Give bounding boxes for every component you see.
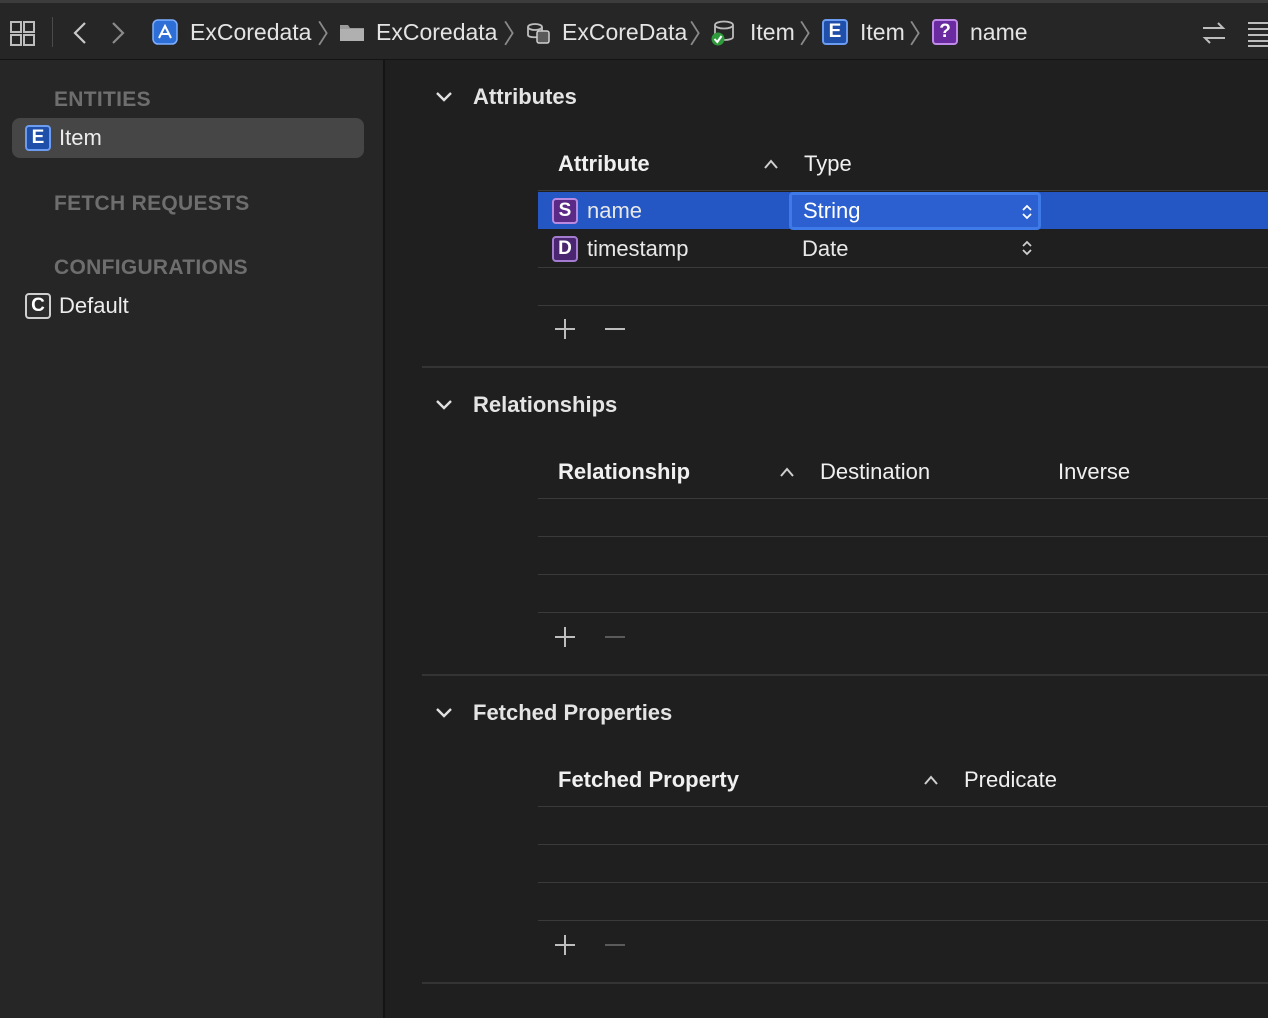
fetch-requests-header: FETCH REQUESTS: [54, 192, 250, 215]
configuration-icon: C: [25, 293, 51, 319]
breadcrumb-attribute[interactable]: ? name: [932, 3, 1028, 61]
breadcrumb-label: ExCoredata: [190, 18, 312, 45]
breadcrumb-model-version[interactable]: Item: [710, 3, 795, 61]
fetched-properties-section-header[interactable]: Fetched Properties: [435, 700, 672, 726]
popup-updown-chevron-icon[interactable]: [1020, 239, 1034, 257]
section-title: Attributes: [473, 84, 577, 109]
breadcrumb-label: ExCoreData: [562, 18, 688, 45]
row-separator: [538, 920, 1268, 921]
attribute-row-timestamp[interactable]: D timestamp Date: [538, 230, 1268, 267]
breadcrumb-label: Item: [750, 18, 795, 45]
add-attribute-plus-icon[interactable]: [553, 317, 577, 341]
column-header-predicate[interactable]: Predicate: [964, 767, 1057, 793]
column-header-relationship[interactable]: Relationship: [558, 459, 690, 485]
column-header-destination[interactable]: Destination: [820, 459, 930, 485]
sort-ascending-icon[interactable]: [923, 774, 939, 786]
row-separator: [538, 190, 1268, 191]
row-separator: [538, 305, 1268, 306]
section-divider: [422, 366, 1268, 368]
sidebar-item-label: Default: [59, 293, 129, 318]
data-model-icon: [527, 23, 550, 44]
attribute-type-popup[interactable]: Date: [802, 230, 848, 267]
jump-bar: ExCoredata 〉 ExCoredata 〉 ExCoreData 〉 I…: [0, 0, 1268, 60]
attribute-type-value: String: [803, 198, 861, 223]
breadcrumb-data-model[interactable]: ExCoreData: [525, 3, 687, 61]
row-separator: [538, 844, 1268, 845]
sidebar-item-entity-item[interactable]: E Item: [12, 118, 364, 158]
entity-sidebar: ENTITIES E Item FETCH REQUESTS CONFIGURA…: [0, 60, 385, 1018]
section-title: Relationships: [473, 392, 618, 417]
related-items-icon[interactable]: [9, 19, 37, 47]
sort-ascending-icon[interactable]: [779, 466, 795, 478]
sidebar-item-label: Item: [59, 125, 102, 150]
disclosure-chevron-down-icon[interactable]: [435, 396, 453, 414]
entity-editor: Attributes Attribute Type S name String …: [387, 60, 1268, 1018]
attributes-section-header[interactable]: Attributes: [435, 84, 577, 110]
remove-relationship-minus-icon: [605, 636, 625, 638]
entity-icon: E: [822, 19, 848, 45]
column-header-attribute[interactable]: Attribute: [558, 151, 650, 177]
date-attribute-icon: D: [552, 235, 578, 262]
forward-chevron-icon[interactable]: [108, 20, 128, 46]
row-separator: [538, 498, 1268, 499]
sidebar-item-configuration-default[interactable]: C Default: [12, 286, 364, 326]
attribute-unknown-icon: ?: [932, 19, 958, 45]
column-header-fetched-property[interactable]: Fetched Property: [558, 767, 739, 793]
attribute-name-cell[interactable]: S name: [552, 192, 642, 229]
remove-fetched-property-minus-icon: [605, 944, 625, 946]
section-divider: [422, 982, 1268, 984]
folder-icon: [340, 25, 364, 41]
column-header-type[interactable]: Type: [804, 151, 852, 177]
breadcrumb-folder[interactable]: ExCoredata: [339, 3, 497, 61]
attribute-name: timestamp: [587, 235, 689, 261]
add-relationship-plus-icon[interactable]: [553, 625, 577, 649]
entities-header: ENTITIES: [54, 88, 151, 111]
sort-ascending-icon[interactable]: [763, 158, 779, 170]
app-project-icon: [152, 19, 178, 45]
attribute-type-value: Date: [802, 235, 849, 261]
breadcrumb-entity[interactable]: E Item: [822, 3, 905, 61]
relationships-section-header[interactable]: Relationships: [435, 392, 617, 418]
popup-updown-chevron-icon: [1022, 204, 1032, 220]
editor-options-icon[interactable]: [1246, 19, 1268, 47]
breadcrumb-label: name: [970, 18, 1028, 45]
breadcrumb-label: ExCoredata: [376, 18, 498, 45]
breadcrumb-label: Item: [860, 18, 905, 45]
attribute-row-name[interactable]: S name String: [538, 192, 1268, 230]
string-attribute-icon: S: [552, 197, 578, 224]
section-divider: [422, 674, 1268, 676]
configurations-header: CONFIGURATIONS: [54, 256, 248, 279]
row-separator: [538, 612, 1268, 613]
row-separator: [538, 574, 1268, 575]
row-separator: [538, 536, 1268, 537]
row-separator: [538, 267, 1268, 268]
attribute-type-popup[interactable]: String: [789, 192, 1041, 230]
remove-attribute-minus-icon[interactable]: [603, 317, 627, 341]
back-chevron-icon[interactable]: [70, 20, 90, 46]
add-fetched-property-plus-icon[interactable]: [553, 933, 577, 957]
attribute-name: name: [587, 197, 643, 223]
breadcrumb-project[interactable]: ExCoredata: [152, 3, 311, 61]
row-separator: [538, 806, 1268, 807]
section-title: Fetched Properties: [473, 700, 673, 725]
toolbar-divider: [52, 17, 53, 47]
attribute-name-cell[interactable]: D timestamp: [552, 230, 688, 267]
disclosure-chevron-down-icon[interactable]: [435, 88, 453, 106]
entity-icon: E: [25, 125, 51, 151]
column-header-inverse[interactable]: Inverse: [1058, 459, 1130, 485]
swap-arrows-icon[interactable]: [1200, 19, 1228, 47]
model-version-check-icon: [711, 20, 734, 46]
row-separator: [538, 882, 1268, 883]
disclosure-chevron-down-icon[interactable]: [435, 704, 453, 722]
